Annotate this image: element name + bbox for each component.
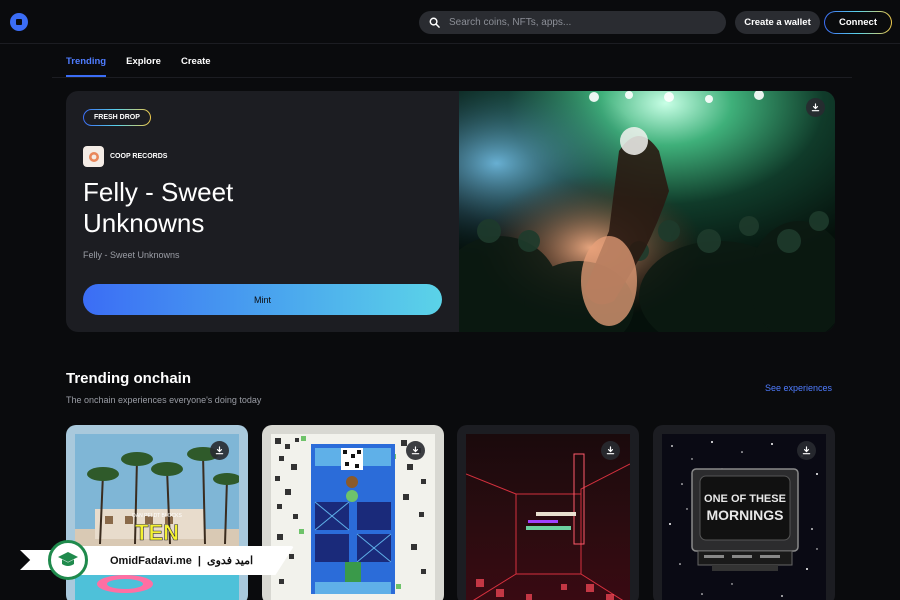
save-drop-button[interactable] [806,98,825,117]
see-experiences-link[interactable]: See experiences [765,383,832,393]
search-bar[interactable] [419,11,726,34]
top-bar: Create a wallet Connect [0,0,900,44]
section-title: Trending onchain [66,370,192,387]
featured-drop-card[interactable]: FRESH DROP COOP RECORDS Felly - Sweet Un… [66,91,835,332]
graduation-cap-icon [48,540,88,580]
search-input[interactable] [449,17,709,28]
watermark-separator: | [197,554,201,567]
coinbase-logo-icon[interactable] [10,13,28,31]
drop-title: Felly - Sweet Unknowns [83,177,234,238]
save-experience-button[interactable] [601,441,620,460]
tab-bar: Trending Explore Create [66,44,211,77]
creator-avatar [83,146,104,167]
drop-artwork-image [459,91,835,332]
card-art-subtext: DAN PELDT BLOCKS [132,513,182,519]
watermark-banner: OmidFadavi.me | امید فدوی [62,546,294,575]
watermark-name: امید فدوی [207,555,254,567]
connect-button[interactable]: Connect [824,11,892,34]
tab-explore[interactable]: Explore [126,44,161,77]
save-experience-button[interactable] [210,441,229,460]
save-experience-button[interactable] [406,441,425,460]
tab-trending[interactable]: Trending [66,44,107,77]
tab-create[interactable]: Create [181,44,211,77]
search-icon [429,17,440,28]
create-wallet-button[interactable]: Create a wallet [735,11,820,34]
creator-name: COOP RECORDS [110,153,168,160]
featured-drop-info: FRESH DROP COOP RECORDS Felly - Sweet Un… [66,91,459,332]
save-experience-button[interactable] [797,441,816,460]
mint-button[interactable]: Mint [83,284,442,315]
download-icon [411,446,420,455]
download-icon [811,103,820,112]
download-icon [802,446,811,455]
watermark: OmidFadavi.me | امید فدوی [20,540,300,580]
svg-text:MORNINGS: MORNINGS [707,507,784,523]
svg-text:ONE OF THESE: ONE OF THESE [704,493,786,505]
section-subtitle: The onchain experiences everyone's doing… [66,395,262,405]
tab-divider [52,77,852,78]
download-icon [606,446,615,455]
experience-card[interactable]: ONE OF THESE MORNINGS [653,425,835,600]
fresh-drop-badge: FRESH DROP [83,109,151,126]
watermark-site: OmidFadavi.me [110,554,192,567]
drop-subtitle: Felly - Sweet Unknowns [83,250,180,260]
experience-card[interactable] [457,425,639,600]
coop-records-logo-icon [88,151,99,162]
creator-row[interactable]: COOP RECORDS [83,146,167,167]
download-icon [215,446,224,455]
